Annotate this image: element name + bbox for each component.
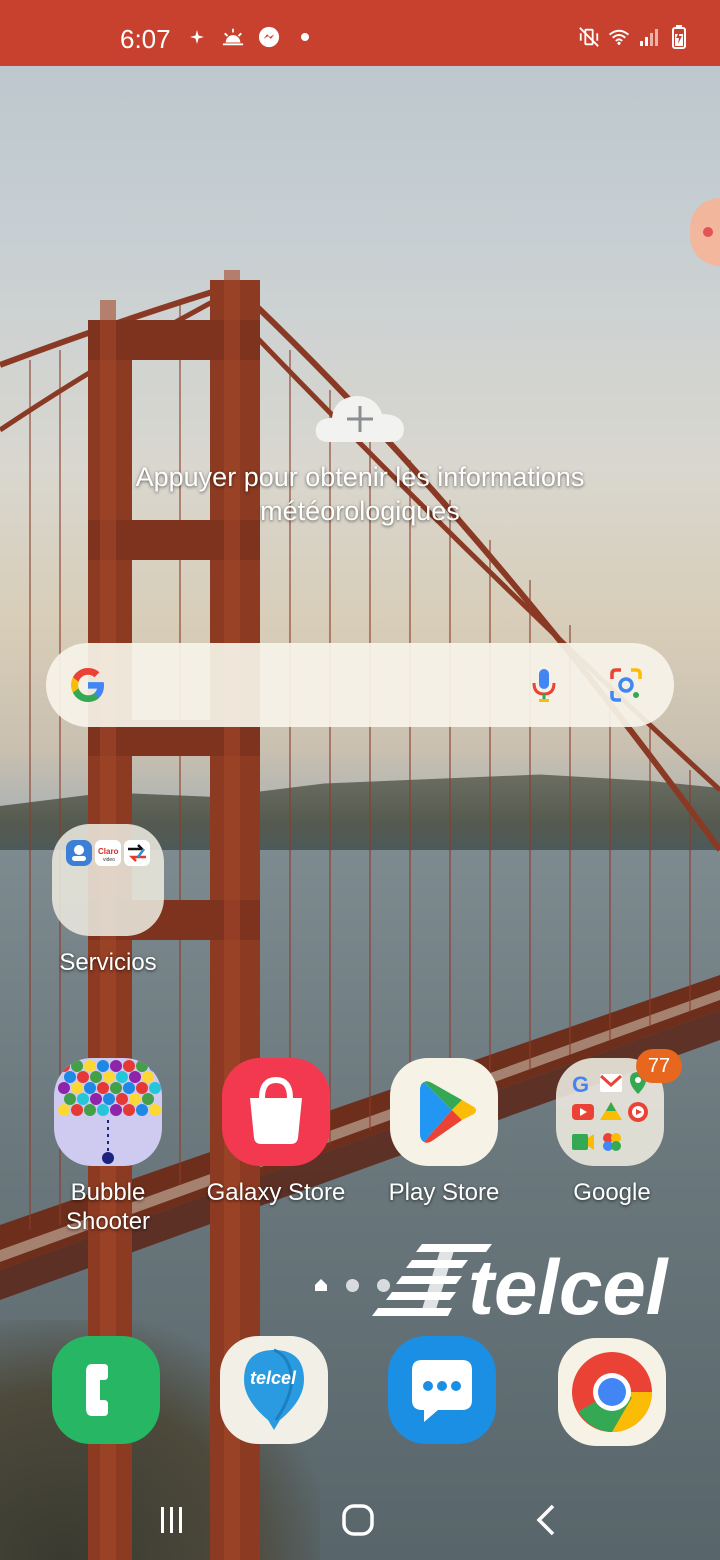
- claro-video-icon: Claro video: [95, 840, 121, 866]
- battery-charging-icon: [668, 25, 690, 49]
- mute-vibrate-icon: [578, 26, 600, 48]
- page-dot: [346, 1278, 359, 1292]
- svg-text:video: video: [103, 857, 115, 863]
- weather-prompt-text: Appuyer pour obtenir les informations mé…: [135, 462, 585, 526]
- telcel-balloon-icon[interactable]: telcel: [220, 1336, 328, 1444]
- recents-button[interactable]: [152, 1500, 192, 1540]
- status-system-icons: [578, 25, 690, 49]
- recents-icon: [161, 1507, 182, 1533]
- status-bar: 6:07: [0, 0, 720, 66]
- status-time: 6:07: [120, 24, 171, 54]
- bubble-shooter-icon[interactable]: [54, 1058, 162, 1166]
- microphone-icon[interactable]: [524, 665, 564, 705]
- navigation-bar: [0, 1480, 720, 1560]
- weather-widget[interactable]: Appuyer pour obtenir les informations mé…: [100, 390, 620, 528]
- play-store-label: Play Store: [388, 1179, 500, 1206]
- back-button[interactable]: [526, 1500, 566, 1540]
- folder-servicios[interactable]: Claro video: [52, 824, 164, 936]
- sunrise-icon: [222, 26, 244, 48]
- play-store-icon[interactable]: [390, 1058, 498, 1166]
- messages-icon[interactable]: [388, 1336, 496, 1444]
- back-icon: [536, 1504, 555, 1536]
- google-search-bar[interactable]: [46, 643, 674, 727]
- home-page-indicator-icon: [315, 1279, 327, 1291]
- sparkle-icon: [186, 26, 208, 48]
- galaxy-store-icon[interactable]: [222, 1058, 330, 1166]
- phone-icon[interactable]: [52, 1336, 160, 1444]
- messenger-icon: [258, 26, 280, 48]
- chrome-icon[interactable]: [558, 1338, 666, 1446]
- bubble-shooter-label: Bubble Shooter: [65, 1179, 151, 1235]
- wallpaper: [0, 0, 720, 1560]
- weather-app-icon: [66, 840, 92, 866]
- google-lens-icon[interactable]: [606, 665, 646, 705]
- transfer-icon: [124, 840, 150, 866]
- home-button[interactable]: [338, 1500, 378, 1540]
- status-notification-icons: [186, 26, 316, 48]
- telcel-app-text: telcel: [250, 1368, 297, 1388]
- telcel-wordmark: telcel: [468, 1243, 669, 1322]
- google-g-icon: [68, 665, 108, 705]
- folder-servicios-label: Servicios: [59, 949, 157, 976]
- wifi-icon: [608, 26, 630, 48]
- signal-icon: [638, 26, 660, 48]
- home-icon: [342, 1504, 374, 1536]
- telcel-watermark: telcel: [372, 1238, 712, 1331]
- dot-icon: [294, 26, 316, 48]
- svg-text:Claro: Claro: [98, 847, 119, 856]
- cloud-plus-icon: [312, 390, 408, 446]
- google-folder-label: Google: [573, 1179, 651, 1206]
- galaxy-store-label: Galaxy Store: [206, 1179, 346, 1206]
- bridge-illustration: [0, 270, 720, 1560]
- notification-badge: 77: [636, 1049, 682, 1083]
- svg-text:G: G: [572, 1072, 589, 1097]
